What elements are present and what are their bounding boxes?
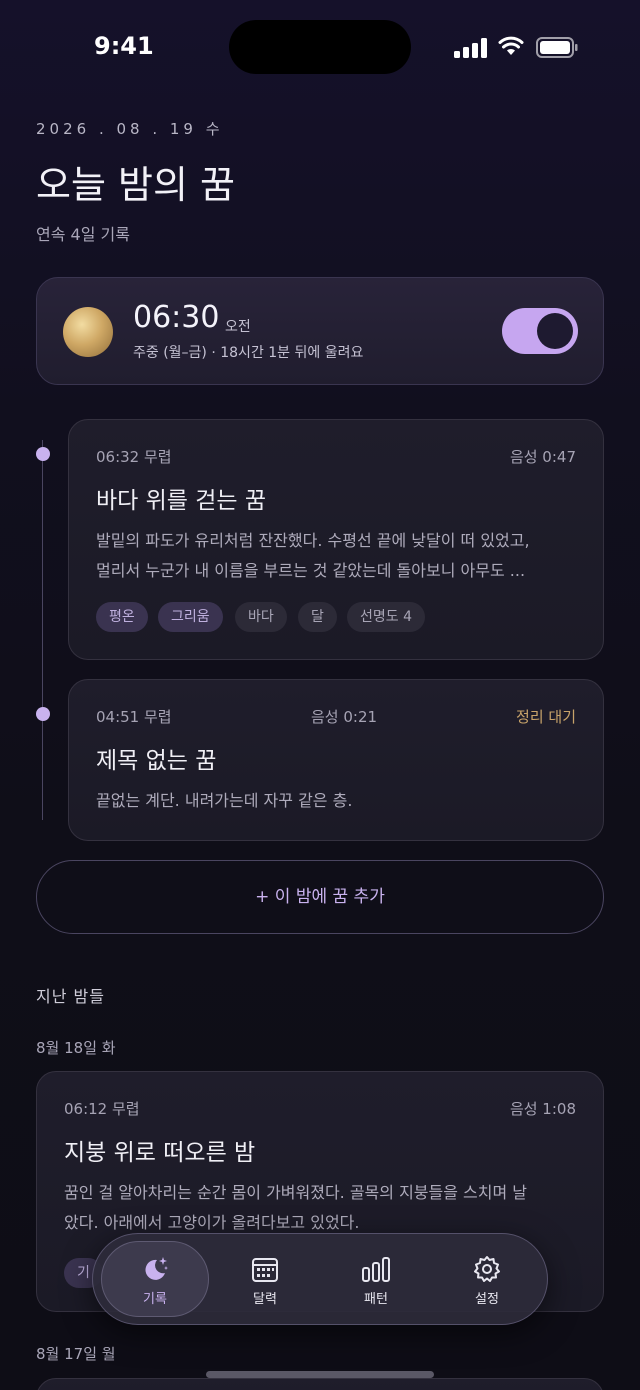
dream-title: 제목 없는 꿈 <box>96 748 217 774</box>
add-dream-button[interactable]: + 이 밤에 꿈 추가 <box>36 860 604 934</box>
tag-chip[interactable]: 바다 <box>235 602 287 632</box>
day-label: 8월 17일 월 <box>36 1345 116 1363</box>
dream-title: 지붕 위로 떠오른 밤 <box>64 1140 256 1166</box>
tab-settings[interactable]: 설정 <box>432 1234 542 1324</box>
tab-calendar[interactable]: 달력 <box>210 1234 320 1324</box>
dream-excerpt: 발밑의 파도가 유리처럼 잔잔했다. 수평선 끝에 낮달이 떠 있었고, 멀리서… <box>96 531 530 580</box>
tab-bar: 기록 달력 패턴 설정 <box>92 1233 548 1325</box>
moon-icon <box>63 307 113 357</box>
gear-icon <box>474 1256 500 1282</box>
calendar-icon <box>252 1258 278 1282</box>
dream-card[interactable]: 06:32 무렵 음성 0:47 바다 위를 걷는 꿈 발밑의 파도가 유리처럼… <box>68 419 604 660</box>
toggle-knob <box>537 313 573 349</box>
streak-label: 연속 4일 기록 <box>36 225 130 244</box>
tab-label: 달력 <box>253 1292 277 1307</box>
tag-chip[interactable]: 그리움 <box>158 602 223 632</box>
status-time: 9:41 <box>94 32 154 60</box>
dream-title: 바다 위를 걷는 꿈 <box>96 488 267 514</box>
current-date: 2026 . 08 . 19 수 <box>36 120 224 138</box>
tab-label: 기록 <box>143 1292 167 1307</box>
voice-duration[interactable]: 음성 0:47 <box>510 446 576 467</box>
tab-record[interactable]: 기록 <box>101 1241 209 1317</box>
dream-excerpt: 꿈인 걸 알아차리는 순간 몸이 가벼워졌다. 골목의 지붕들을 스치며 날 았… <box>64 1183 528 1232</box>
page-title: 오늘 밤의 꿈 <box>36 163 235 207</box>
alarm-card[interactable]: 06:30 오전 주중 (월–금) · 18시간 1분 뒤에 울려요 <box>36 277 604 385</box>
tab-label: 설정 <box>475 1292 499 1307</box>
timeline-line <box>42 440 43 820</box>
alarm-ampm: 오전 <box>225 319 251 335</box>
dream-time: 06:12 무렵 <box>64 1100 140 1118</box>
voice-duration[interactable]: 음성 0:21 <box>311 706 377 727</box>
wifi-icon <box>498 36 524 55</box>
dream-time: 04:51 무렵 <box>96 708 172 726</box>
timeline-dot <box>36 447 50 461</box>
tag-chip[interactable]: 선명도 4 <box>347 602 425 632</box>
home-indicator <box>206 1371 434 1378</box>
dream-excerpt: 끝없는 계단. 내려가는데 자꾸 같은 층. <box>96 791 353 810</box>
dream-card[interactable] <box>36 1378 604 1390</box>
tab-label: 패턴 <box>364 1292 388 1307</box>
dream-time: 06:32 무렵 <box>96 448 172 466</box>
tab-pattern[interactable]: 패턴 <box>321 1234 431 1324</box>
cellular-signal-icon <box>454 38 488 58</box>
moon-stars-icon <box>145 1257 168 1280</box>
pending-status: 정리 대기 <box>516 708 576 726</box>
alarm-toggle[interactable] <box>502 308 578 354</box>
dream-card[interactable]: 04:51 무렵 음성 0:21 정리 대기 제목 없는 꿈 끝없는 계단. 내… <box>68 679 604 841</box>
voice-duration[interactable]: 음성 1:08 <box>510 1098 576 1119</box>
timeline-dot <box>36 707 50 721</box>
alarm-time: 06:30 <box>133 300 220 335</box>
past-nights-title: 지난 밤들 <box>36 987 105 1006</box>
alarm-schedule: 주중 (월–금) · 18시간 1분 뒤에 울려요 <box>133 345 364 361</box>
battery-icon <box>536 37 578 58</box>
dynamic-island <box>229 20 411 74</box>
tag-chip[interactable]: 평온 <box>96 602 148 632</box>
tag-chip[interactable]: 달 <box>298 602 337 632</box>
day-label: 8월 18일 화 <box>36 1039 116 1057</box>
bar-chart-icon <box>362 1257 390 1282</box>
